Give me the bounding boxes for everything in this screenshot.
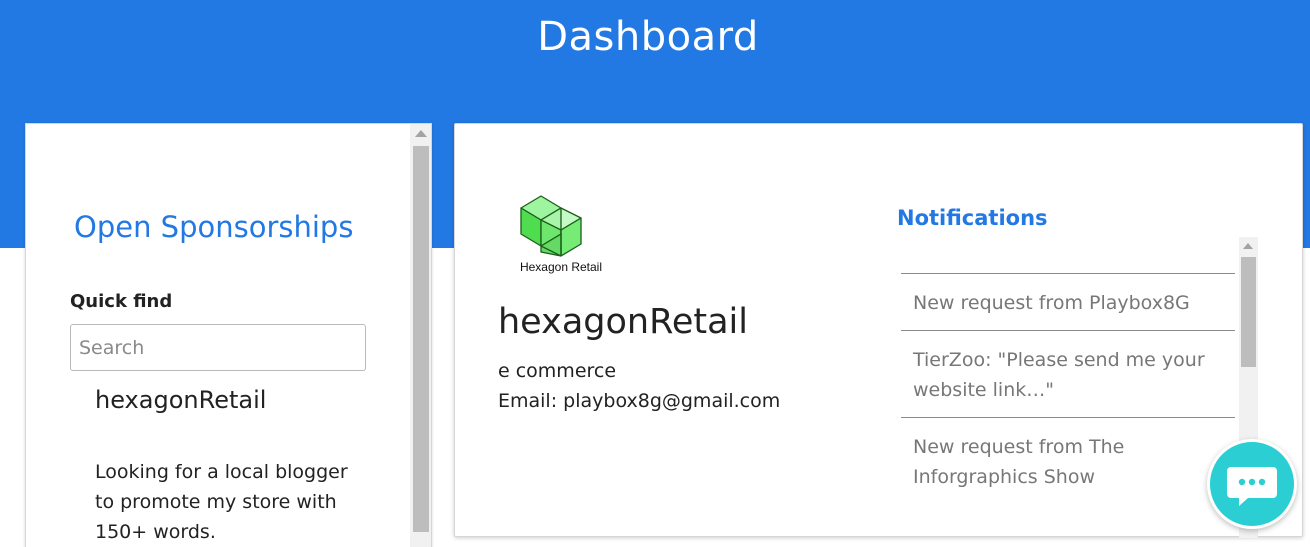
sponsorships-panel: Open Sponsorships Quick find hexagonReta… bbox=[25, 123, 432, 547]
sponsorship-company-name[interactable]: hexagonRetail bbox=[95, 386, 266, 414]
scrollbar-thumb[interactable] bbox=[413, 146, 429, 532]
chat-button[interactable] bbox=[1207, 439, 1297, 529]
profile-panel: Hexagon Retail hexagonRetail e commerce … bbox=[454, 123, 1303, 538]
notification-item[interactable]: New request from The Inforgraphics Show bbox=[901, 417, 1235, 504]
profile-category: e commerce bbox=[498, 360, 617, 382]
profile-company-name: hexagonRetail bbox=[498, 302, 748, 342]
search-input[interactable] bbox=[70, 324, 366, 371]
chat-bubble-icon bbox=[1227, 467, 1277, 506]
profile-email: Email: playbox8g@gmail.com bbox=[498, 390, 781, 412]
page-title: Dashboard bbox=[537, 14, 759, 60]
notification-item[interactable]: New request from Playbox8G bbox=[901, 273, 1235, 330]
sponsorships-scrollbar[interactable] bbox=[410, 124, 431, 547]
notifications-title: Notifications bbox=[897, 206, 1048, 230]
scroll-up-arrow-icon[interactable] bbox=[415, 130, 427, 137]
scroll-up-arrow-icon[interactable] bbox=[1243, 243, 1253, 249]
company-logo: Hexagon Retail bbox=[511, 194, 611, 278]
sponsorships-title: Open Sponsorships bbox=[74, 210, 354, 244]
quick-find-label: Quick find bbox=[70, 291, 173, 312]
logo-caption: Hexagon Retail bbox=[519, 260, 603, 274]
scrollbar-thumb[interactable] bbox=[1241, 257, 1256, 367]
hexagon-cube-logo-icon bbox=[520, 195, 582, 257]
notification-item[interactable]: TierZoo: "Please send me your website li… bbox=[901, 330, 1235, 417]
sponsorship-description: Looking for a local blogger to promote m… bbox=[95, 461, 348, 543]
notifications-list: New request from Playbox8G TierZoo: "Ple… bbox=[901, 237, 1258, 538]
